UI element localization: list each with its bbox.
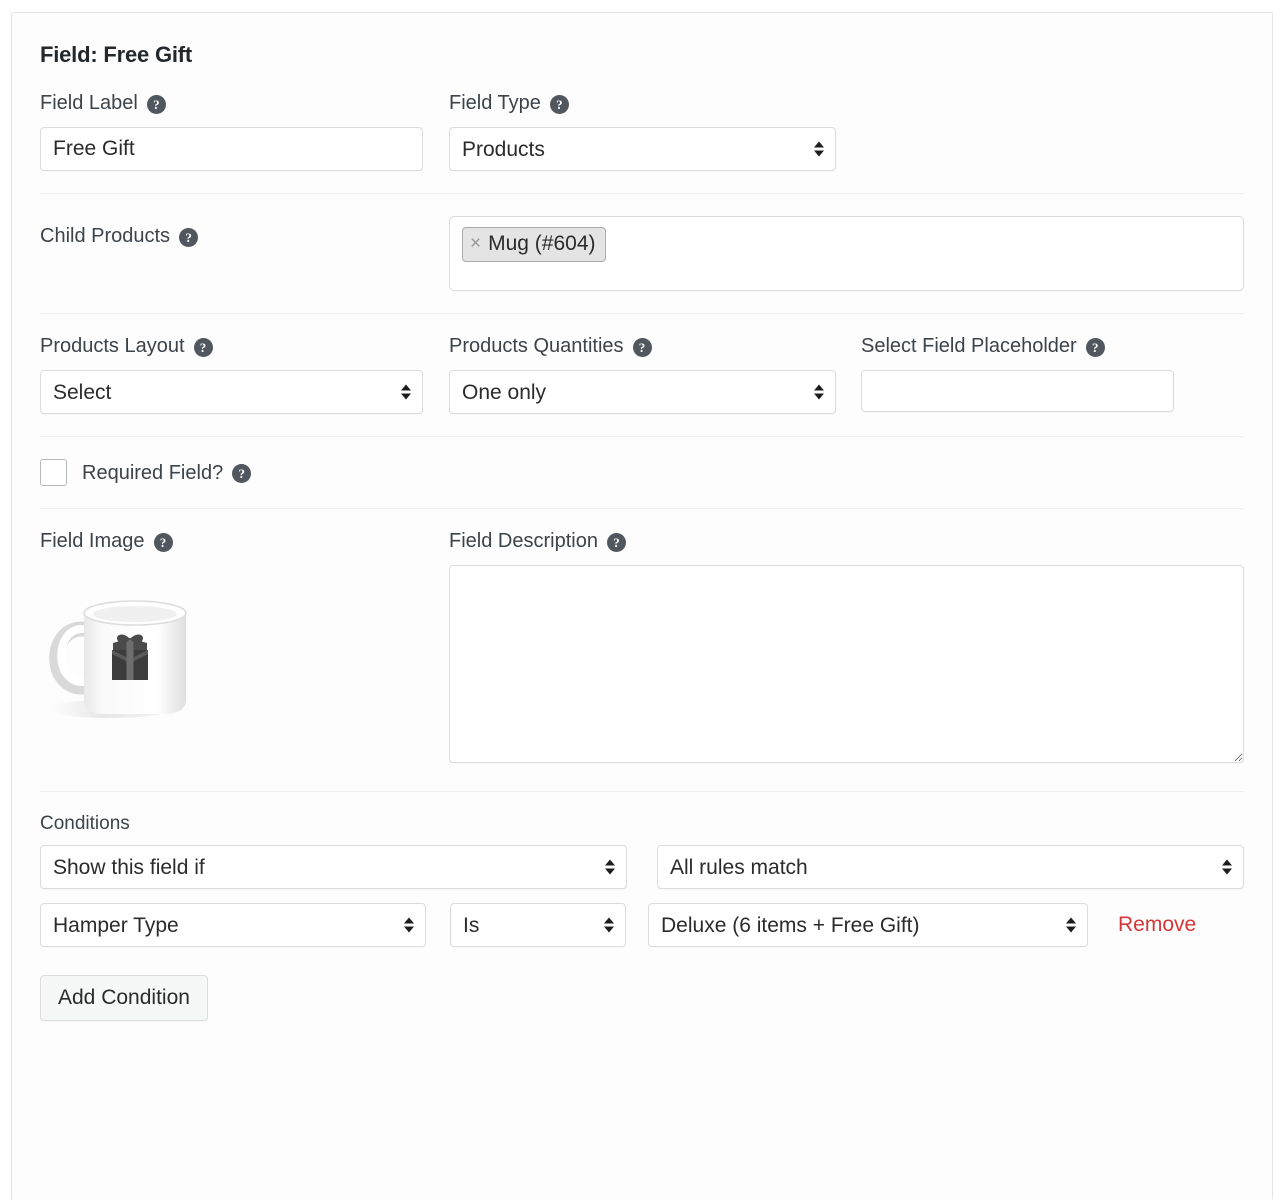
field-image-group: Field Image ?	[40, 531, 449, 731]
products-quantities-text: Products Quantities	[449, 335, 624, 358]
help-icon[interactable]: ?	[193, 337, 213, 357]
field-description-group: Field Description ?	[449, 530, 1244, 764]
panel-header: Field: Free Gift	[12, 13, 1272, 93]
field-description-textarea[interactable]	[449, 565, 1244, 764]
product-token-label: Mug (#604)	[488, 232, 596, 256]
page-title: Field: Free Gift	[40, 42, 193, 67]
field-image-text: Field Image	[40, 530, 145, 553]
select-field-placeholder-input[interactable]	[861, 370, 1174, 413]
rule-field-select[interactable]: Hamper Type	[40, 903, 426, 948]
rule-operator-select[interactable]: Is	[450, 903, 626, 948]
field-type-text: Field Type	[449, 92, 541, 115]
row-image-description: Field Image ? Field Description ?	[40, 508, 1244, 791]
mug-with-gift-box-icon	[48, 600, 187, 719]
remove-condition-link[interactable]: Remove	[1118, 913, 1196, 937]
rule-value-select[interactable]: Deluxe (6 items + Free Gift)	[648, 903, 1088, 948]
select-field-placeholder-group: Select Field Placeholder ?	[861, 335, 1181, 413]
help-icon[interactable]: ?	[232, 464, 252, 484]
condition-match-select[interactable]: All rules match	[657, 845, 1244, 890]
products-quantities-group: Products Quantities ? One only	[449, 335, 861, 415]
rule-value-select-wrap: Deluxe (6 items + Free Gift)	[648, 903, 1088, 948]
row-child-products: Child Products ? × Mug (#604)	[40, 193, 1244, 313]
conditions-section: Conditions Show this field if All rules …	[40, 791, 1244, 1051]
help-icon[interactable]: ?	[549, 94, 569, 114]
field-type-group: Field Type ? Products	[449, 92, 861, 172]
field-image-caption: Field Image ?	[40, 530, 449, 553]
child-products-token-input[interactable]: × Mug (#604)	[449, 216, 1244, 292]
required-field-label: Required Field?	[82, 461, 224, 484]
rule-operator-select-wrap: Is	[450, 903, 626, 948]
condition-visibility-select[interactable]: Show this field if	[40, 845, 627, 890]
products-quantities-select[interactable]: One only	[449, 370, 836, 415]
field-image-preview[interactable]	[40, 581, 210, 731]
field-settings-panel: Field: Free Gift Field Label ? Field Typ…	[11, 12, 1273, 1200]
products-layout-select[interactable]: Select	[40, 370, 423, 415]
products-quantities-caption: Products Quantities ?	[449, 335, 861, 358]
row-required-field: Required Field? ?	[40, 436, 1244, 508]
field-type-caption: Field Type ?	[449, 92, 861, 115]
select-field-placeholder-text: Select Field Placeholder	[861, 335, 1077, 358]
products-layout-select-wrap: Select	[40, 370, 423, 415]
rule-field-select-wrap: Hamper Type	[40, 903, 426, 948]
condition-match-select-wrap: All rules match	[657, 845, 1244, 890]
field-label-group: Field Label ?	[40, 92, 449, 172]
child-products-text: Child Products	[40, 225, 171, 248]
required-field-checkbox[interactable]	[40, 459, 67, 487]
field-description-caption: Field Description ?	[449, 530, 1244, 553]
products-quantities-select-wrap: One only	[449, 370, 836, 415]
help-icon[interactable]: ?	[632, 337, 652, 357]
help-icon[interactable]: ?	[153, 532, 173, 552]
products-layout-group: Products Layout ? Select	[40, 335, 449, 415]
help-icon[interactable]: ?	[146, 94, 166, 114]
condition-visibility-select-wrap: Show this field if	[40, 845, 627, 890]
field-label-input[interactable]	[40, 127, 423, 172]
condition-rule-row: Hamper Type Is Deluxe (6 items + Free Gi…	[40, 903, 1244, 948]
field-description-text: Field Description	[449, 530, 598, 553]
select-field-placeholder-caption: Select Field Placeholder ?	[861, 335, 1181, 358]
child-products-caption: Child Products ?	[40, 216, 449, 248]
product-token[interactable]: × Mug (#604)	[462, 227, 606, 263]
products-layout-text: Products Layout	[40, 335, 185, 358]
products-layout-caption: Products Layout ?	[40, 335, 449, 358]
required-field-caption: Required Field? ?	[82, 461, 252, 484]
help-icon[interactable]: ?	[606, 532, 626, 552]
conditions-top-line: Show this field if All rules match	[40, 845, 1244, 890]
help-icon[interactable]: ?	[1085, 337, 1105, 357]
child-products-label-group: Child Products ?	[40, 216, 449, 248]
field-type-select-wrap: Products	[449, 127, 836, 172]
field-label-caption: Field Label ?	[40, 92, 449, 115]
field-label-text: Field Label	[40, 92, 138, 115]
row-layout-quantities-placeholder: Products Layout ? Select Products Quanti…	[40, 313, 1244, 436]
help-icon[interactable]: ?	[179, 227, 199, 247]
add-condition-button[interactable]: Add Condition	[40, 975, 208, 1022]
settings-rows: Field Label ? Field Type ? Products	[12, 93, 1272, 1051]
close-icon[interactable]: ×	[470, 234, 481, 253]
row-label-type: Field Label ? Field Type ? Products	[40, 93, 1244, 193]
field-type-select[interactable]: Products	[449, 127, 836, 172]
conditions-title: Conditions	[40, 813, 130, 835]
